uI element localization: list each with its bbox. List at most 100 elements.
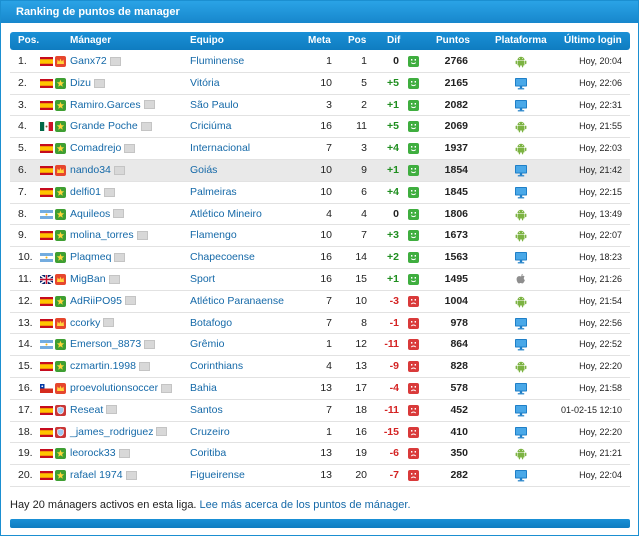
team-link[interactable]: Corinthians [190, 356, 243, 377]
info-icon[interactable] [114, 252, 126, 262]
manager-name-link[interactable]: czmartin.1998 [70, 360, 136, 372]
team-link[interactable]: Internacional [190, 138, 250, 159]
info-icon[interactable] [143, 100, 155, 110]
points-value: 1495 [444, 272, 468, 285]
team-link[interactable]: Atlético Paranaense [190, 291, 284, 312]
manager-name-link[interactable]: leorock33 [70, 447, 116, 459]
points-value: 2082 [444, 98, 468, 111]
manager-name-link[interactable]: AdRiiPO95 [70, 295, 122, 307]
points-value: 864 [450, 338, 468, 351]
info-icon[interactable] [113, 209, 125, 219]
manager-name-link[interactable]: Comadrejo [70, 142, 121, 154]
team-link[interactable]: Figueirense [190, 465, 245, 486]
info-icon[interactable] [103, 187, 115, 197]
manager-name-link[interactable]: molina_torres [70, 229, 134, 241]
team-link[interactable]: Sport [190, 269, 215, 290]
team-link[interactable]: Bahia [190, 378, 217, 399]
manager-name-link[interactable]: proevolutionsoccer [70, 382, 158, 394]
meta-value: 1 [326, 425, 332, 438]
team-link[interactable]: Coritiba [190, 443, 226, 464]
col-team[interactable]: Equipo [190, 32, 224, 50]
sad-face-icon [408, 404, 419, 416]
star-badge-icon [55, 99, 66, 111]
position-value: 1 [361, 55, 367, 67]
footer-link[interactable]: Lee más acerca de los puntos de mánager. [200, 499, 411, 511]
info-icon[interactable] [109, 56, 121, 66]
dif-value: -1 [389, 316, 399, 329]
team-link[interactable]: Santos [190, 400, 223, 421]
info-icon[interactable] [118, 449, 130, 459]
info-icon[interactable] [156, 427, 168, 437]
team-link[interactable]: Criciúma [190, 116, 231, 137]
info-icon[interactable] [125, 470, 137, 480]
info-icon[interactable] [103, 318, 115, 328]
team-link[interactable]: Fluminense [190, 51, 244, 72]
points-value: 282 [450, 469, 468, 482]
info-icon[interactable] [144, 340, 156, 350]
manager-name-link[interactable]: Grande Poche [70, 120, 138, 132]
meta-value: 7 [326, 403, 332, 416]
team-link[interactable]: Chapecoense [190, 247, 255, 268]
info-icon[interactable] [94, 78, 106, 88]
info-icon[interactable] [124, 143, 136, 153]
manager-cell: Dizu [70, 73, 106, 94]
info-icon[interactable] [138, 361, 150, 371]
last-login: Hoy, 21:42 [579, 164, 622, 175]
manager-name-link[interactable]: ccorky [70, 317, 100, 329]
manager-name-link[interactable]: Aquileos [70, 208, 110, 220]
last-login: Hoy, 22:52 [579, 339, 622, 350]
star-badge-icon [55, 470, 66, 482]
info-icon[interactable] [136, 231, 148, 241]
manager-cell: Reseat [70, 400, 118, 421]
manager-cell: rafael 1974 [70, 465, 137, 486]
sad-face-icon [408, 295, 419, 307]
manager-name-link[interactable]: Ganx72 [70, 55, 107, 67]
crown-badge-icon [55, 317, 66, 329]
info-icon[interactable] [108, 274, 120, 284]
info-icon[interactable] [113, 165, 125, 175]
manager-name-link[interactable]: Dizu [70, 77, 91, 89]
info-icon[interactable] [106, 405, 118, 415]
team-link[interactable]: Vitória [190, 73, 220, 94]
info-icon[interactable] [161, 383, 173, 393]
team-link[interactable]: Palmeiras [190, 182, 237, 203]
team-link[interactable]: São Paulo [190, 95, 238, 116]
team-link[interactable]: Goiás [190, 160, 217, 181]
manager-name-link[interactable]: Plaqmeq [70, 251, 111, 263]
star-badge-icon [55, 295, 66, 307]
col-platform: Plataforma [495, 35, 547, 46]
table-row: 17. Reseat Santos 7 18 -11 452 01-02-15 12:10 [10, 400, 630, 422]
rank: 7. [18, 185, 27, 198]
position-value: 9 [361, 163, 367, 176]
team-link[interactable]: Atlético Mineiro [190, 204, 262, 225]
team-link[interactable]: Flamengo [190, 225, 237, 246]
manager-name-link[interactable]: nando34 [70, 164, 111, 176]
gb-flag-icon [39, 274, 54, 285]
col-points[interactable]: Puntos [436, 32, 470, 50]
manager-name-link[interactable]: Emerson_8873 [70, 338, 141, 350]
info-icon[interactable] [140, 122, 152, 132]
col-manager[interactable]: Mánager [70, 32, 111, 50]
manager-name-link[interactable]: Reseat [70, 404, 103, 416]
manager-name-link[interactable]: rafael 1974 [70, 469, 123, 481]
pc-icon [514, 164, 528, 177]
col-meta[interactable]: Meta [308, 32, 331, 50]
team-link[interactable]: Grêmio [190, 334, 224, 355]
points-value: 2766 [444, 55, 468, 67]
team-link[interactable]: Botafogo [190, 313, 232, 334]
manager-name-link[interactable]: MigBan [70, 273, 106, 285]
team-link[interactable]: Cruzeiro [190, 422, 230, 443]
meta-value: 4 [326, 207, 332, 220]
col-dif[interactable]: Dif [387, 32, 400, 50]
manager-name-link[interactable]: delfi01 [70, 186, 101, 198]
position-value: 5 [361, 76, 367, 89]
info-icon[interactable] [124, 296, 136, 306]
points-value: 1937 [444, 142, 468, 155]
points-value: 452 [450, 403, 468, 416]
col-position[interactable]: Pos [348, 32, 366, 50]
manager-name-link[interactable]: Ramiro.Garces [70, 99, 141, 111]
manager-name-link[interactable]: _james_rodriguez [70, 426, 153, 438]
es-flag-icon [40, 449, 53, 459]
star-badge-icon [55, 77, 66, 89]
manager-cell: czmartin.1998 [70, 356, 150, 377]
